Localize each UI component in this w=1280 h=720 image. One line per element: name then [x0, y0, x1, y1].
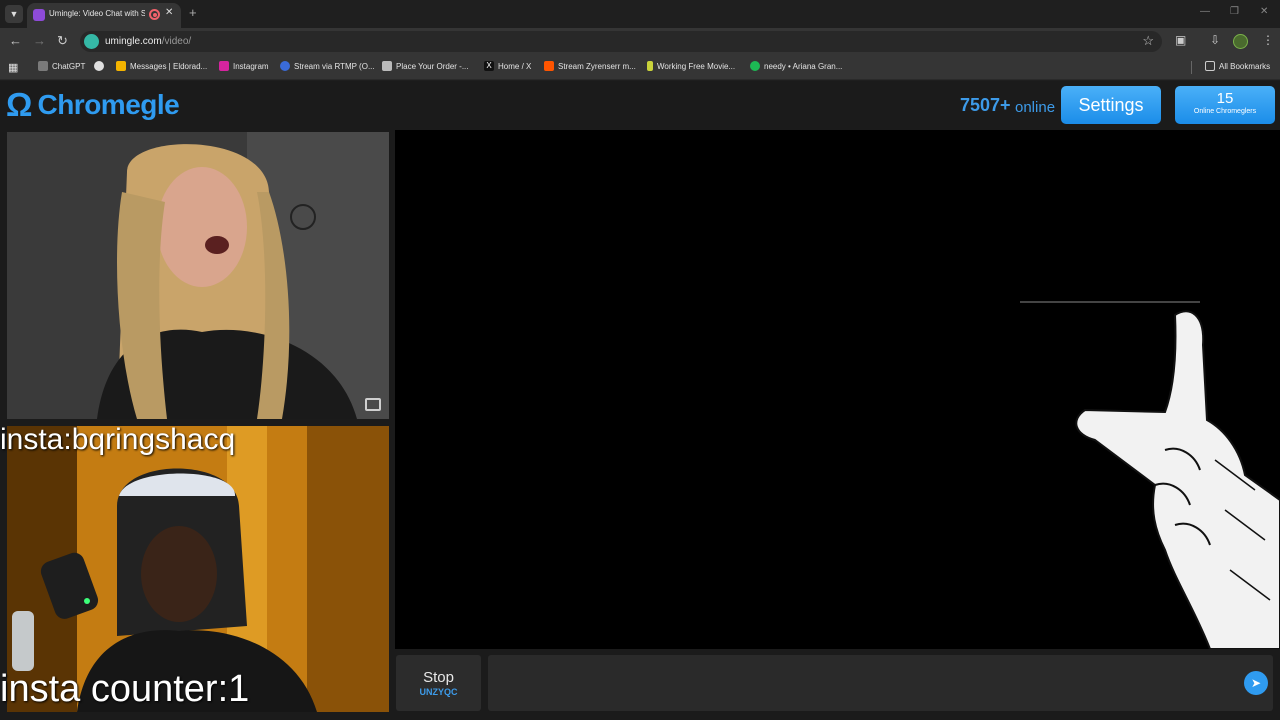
browser-tab-bar: ▼ Umingle: Video Chat with S ✕ + — ❐ ✕ [0, 0, 1280, 28]
instagram-icon [219, 61, 229, 71]
bookmarks-bar: ▦ ChatGPT Messages | Eldorad... Instagra… [0, 55, 1280, 80]
overlay-instagram-handle: insta:bqringshacq [0, 423, 236, 456]
browser-tab-active[interactable]: Umingle: Video Chat with S ✕ [27, 3, 181, 28]
bookmark-favicon-icon [116, 61, 126, 71]
bookmark-item[interactable]: Stream via RTMP (O... [280, 61, 375, 71]
chromegle-page: Ω Chromegle 7507+ online Settings 15 Onl… [0, 81, 1280, 720]
folder-icon [1205, 61, 1215, 71]
globe-icon [94, 61, 104, 71]
url-text: umingle.com/video/ [105, 36, 192, 47]
stop-button[interactable]: Stop UNZYQC [396, 655, 481, 711]
menu-icon[interactable]: ⋮ [1262, 33, 1274, 47]
send-icon[interactable]: ➤ [1244, 671, 1268, 695]
tab-search-button[interactable]: ▼ [5, 5, 23, 23]
stranger-video-scene [7, 132, 389, 419]
new-tab-button[interactable]: + [189, 5, 197, 20]
bookmark-favicon-icon [382, 61, 392, 71]
tab-title: Umingle: Video Chat with S [49, 9, 145, 18]
x-logo-icon: X [484, 61, 494, 71]
tab-close-icon[interactable]: ✕ [165, 7, 173, 18]
download-icon[interactable]: ⇩ [1210, 33, 1220, 47]
remote-video [395, 130, 1280, 649]
spotify-icon [750, 61, 760, 71]
bookmark-item[interactable] [94, 61, 104, 71]
soundcloud-icon [544, 61, 554, 71]
fullscreen-icon[interactable] [365, 398, 381, 411]
restore-icon[interactable]: ❐ [1230, 6, 1239, 17]
extensions-icon[interactable]: ▣ [1175, 33, 1186, 47]
minimize-icon[interactable]: — [1200, 6, 1210, 17]
online-chromeglers-button[interactable]: 15 Online Chromeglers [1175, 86, 1275, 124]
online-count: 7507+ [960, 95, 1011, 115]
logo-text: Chromegle [37, 89, 180, 120]
settings-button[interactable]: Settings [1061, 86, 1161, 124]
apps-grid-icon[interactable]: ▦ [8, 61, 18, 74]
tab-favicon-icon [33, 9, 45, 21]
reload-icon[interactable]: ↻ [57, 33, 68, 49]
stranger-video [7, 132, 389, 419]
bookmark-item[interactable]: ChatGPT [38, 61, 85, 71]
chat-bar: Stop UNZYQC ➤ [393, 651, 1280, 720]
stop-label: Stop [423, 669, 454, 686]
overlay-insta-counter: insta counter:1 [0, 668, 250, 710]
bookmark-item[interactable]: Instagram [219, 61, 269, 71]
site-logo[interactable]: Ω Chromegle [6, 86, 180, 124]
chromeglers-label: Online Chromeglers [1193, 108, 1257, 115]
bookmark-item[interactable]: X Home / X [484, 61, 531, 71]
bookmark-item[interactable]: Messages | Eldorad... [116, 61, 207, 71]
pointing-hand-graphic [1020, 301, 1280, 649]
profile-avatar[interactable] [1233, 34, 1248, 49]
bookmark-item[interactable]: Working Free Movie... [647, 61, 735, 71]
bookmark-favicon-icon [38, 61, 48, 71]
bookmark-item[interactable]: Stream Zyrenserr m... [544, 61, 636, 71]
chat-message-input[interactable] [488, 655, 1273, 711]
all-bookmarks-button[interactable]: All Bookmarks [1205, 61, 1270, 71]
session-code: UNZYQC [419, 687, 458, 697]
close-window-icon[interactable]: ✕ [1260, 6, 1268, 17]
browser-toolbar: ← → ↻ umingle.com/video/ ☆ ▣ ⇩ ⋮ [0, 28, 1280, 55]
bookmarks-divider [1191, 61, 1192, 74]
address-bar[interactable]: umingle.com/video/ ☆ [80, 31, 1162, 52]
site-info-icon[interactable] [84, 34, 99, 49]
forward-icon[interactable]: → [33, 33, 46, 48]
online-label: online [1015, 99, 1056, 116]
back-icon[interactable]: ← [9, 33, 22, 48]
bookmark-favicon-icon [647, 61, 653, 71]
bookmark-star-icon[interactable]: ☆ [1142, 33, 1154, 49]
bookmark-favicon-icon [280, 61, 290, 71]
omega-logo-icon: Ω [6, 86, 33, 123]
chromeglers-count: 15 [1216, 90, 1234, 107]
bookmark-item[interactable]: needy • Ariana Gran... [750, 61, 842, 71]
bookmark-item[interactable]: Place Your Order -... [382, 61, 468, 71]
recording-icon [149, 9, 160, 20]
